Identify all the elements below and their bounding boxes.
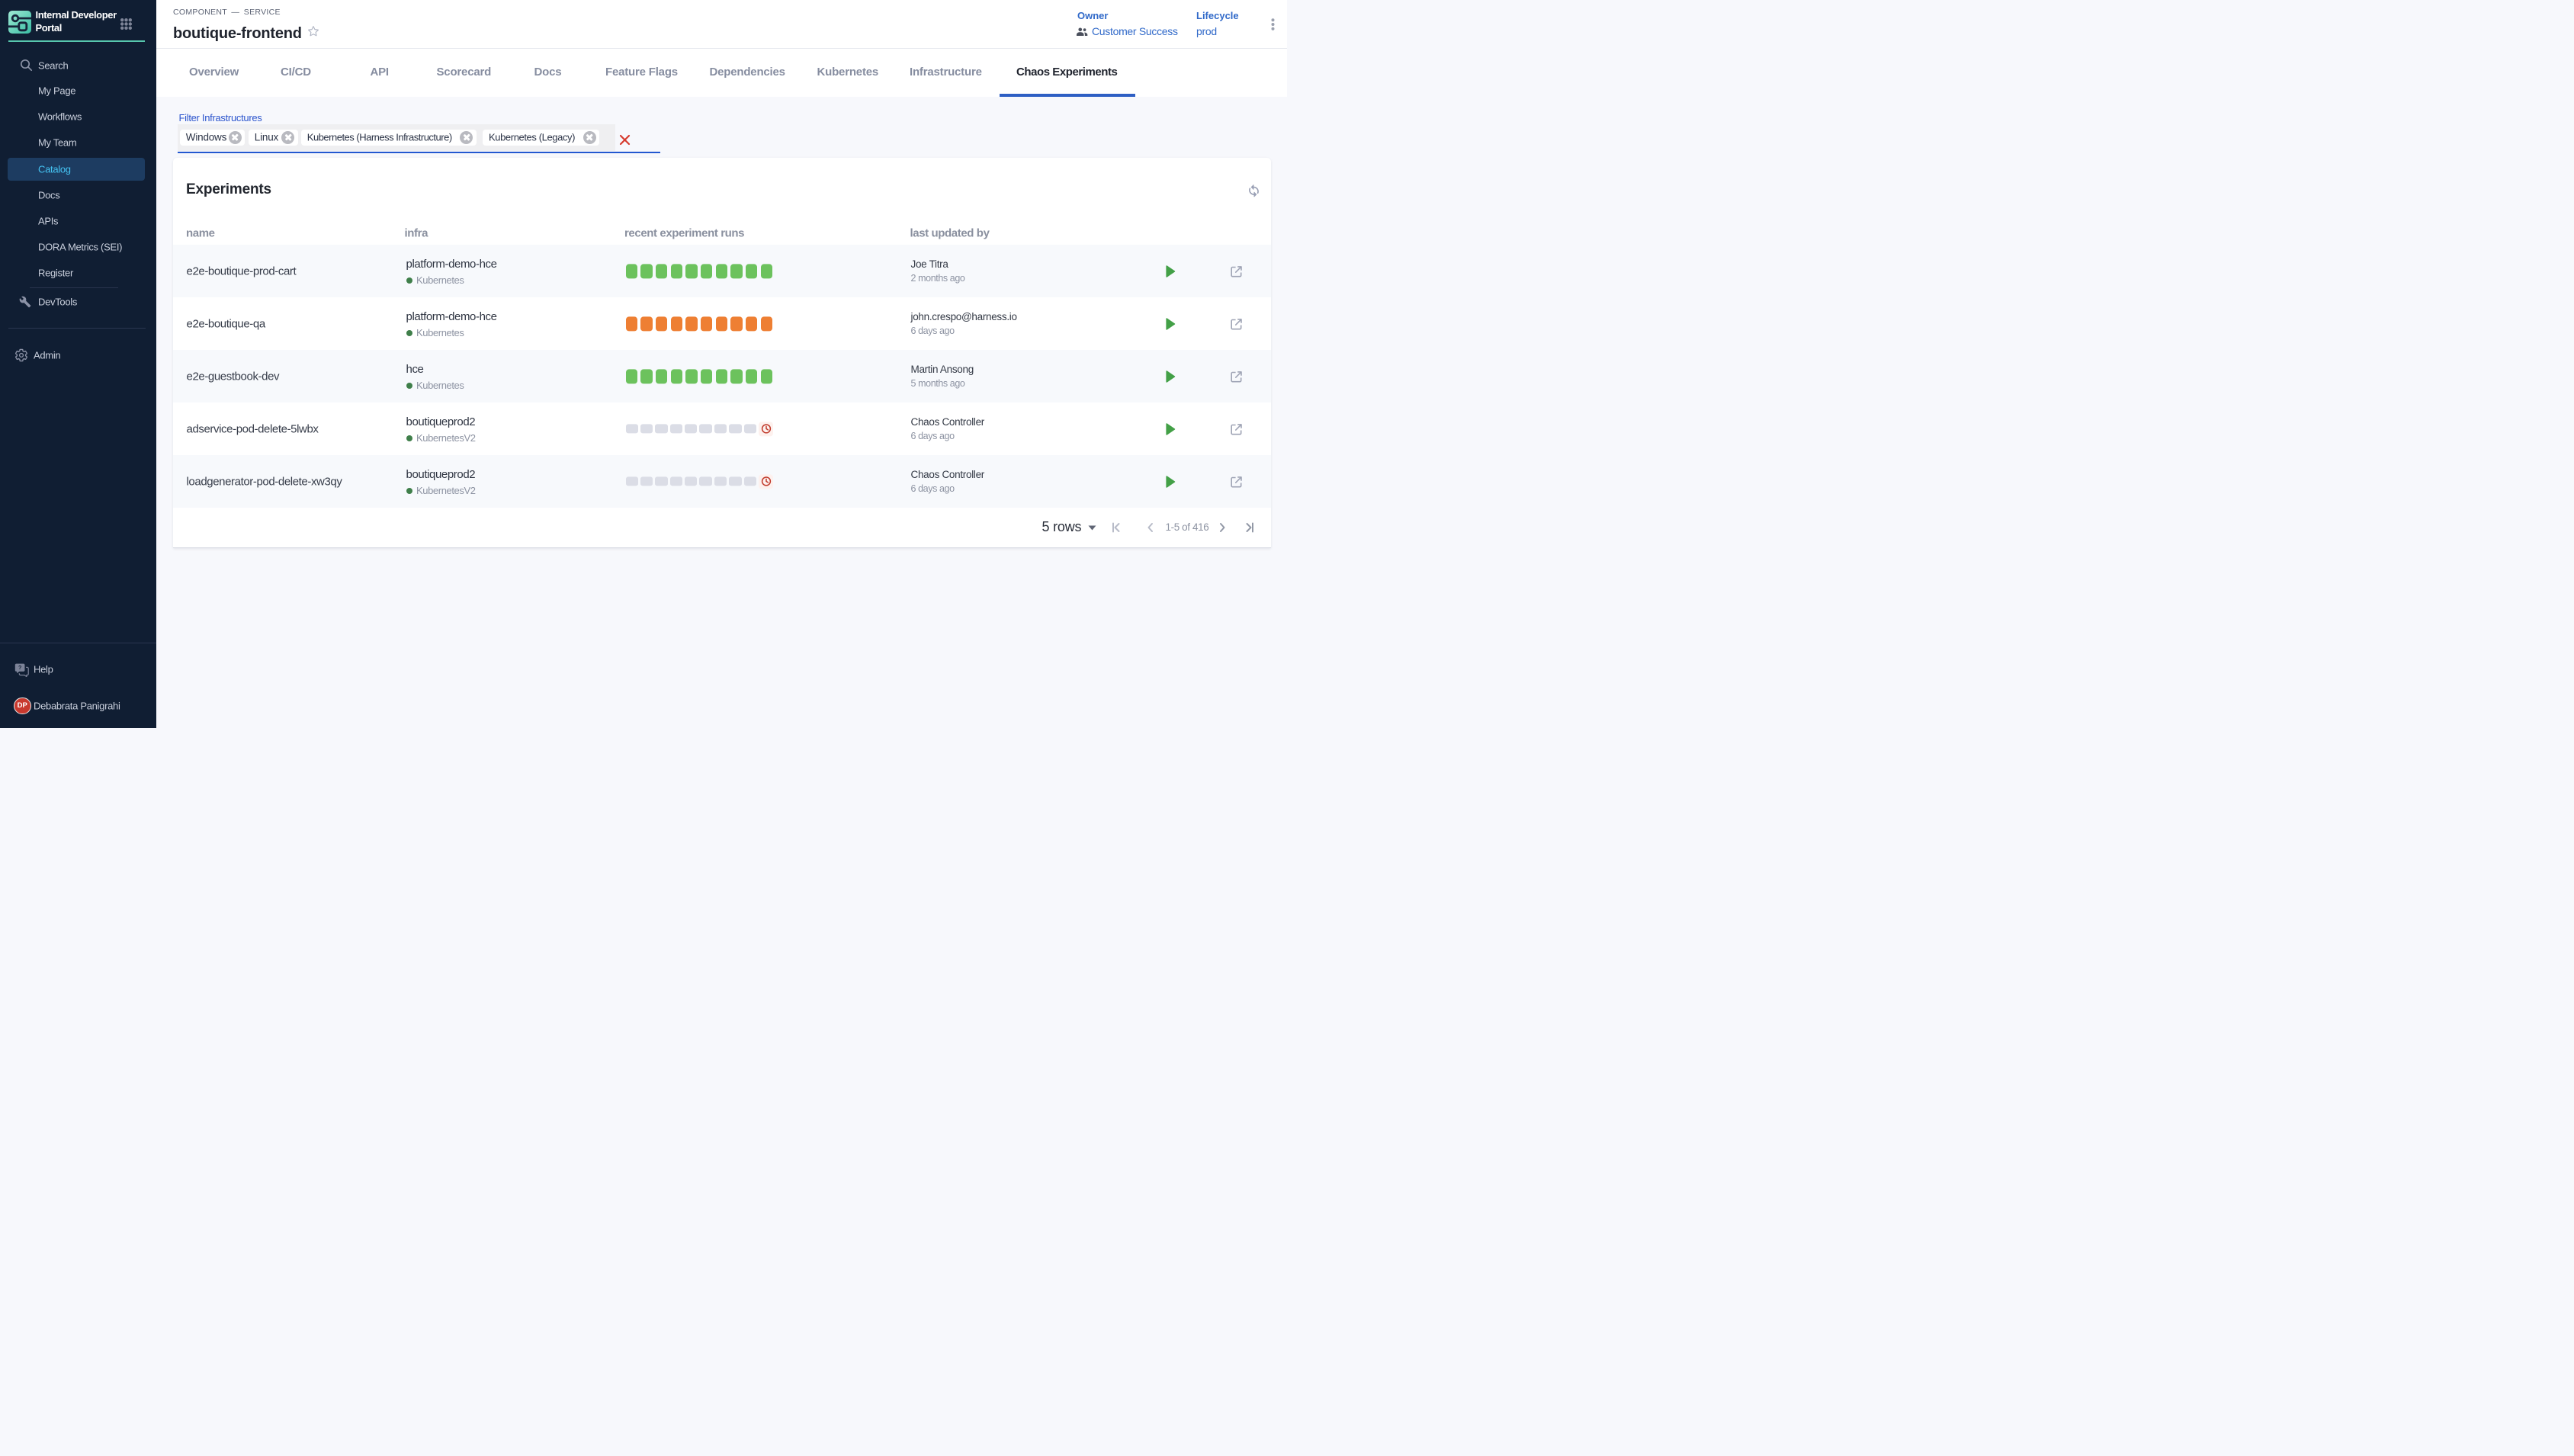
svg-text:?: ? (18, 665, 21, 671)
